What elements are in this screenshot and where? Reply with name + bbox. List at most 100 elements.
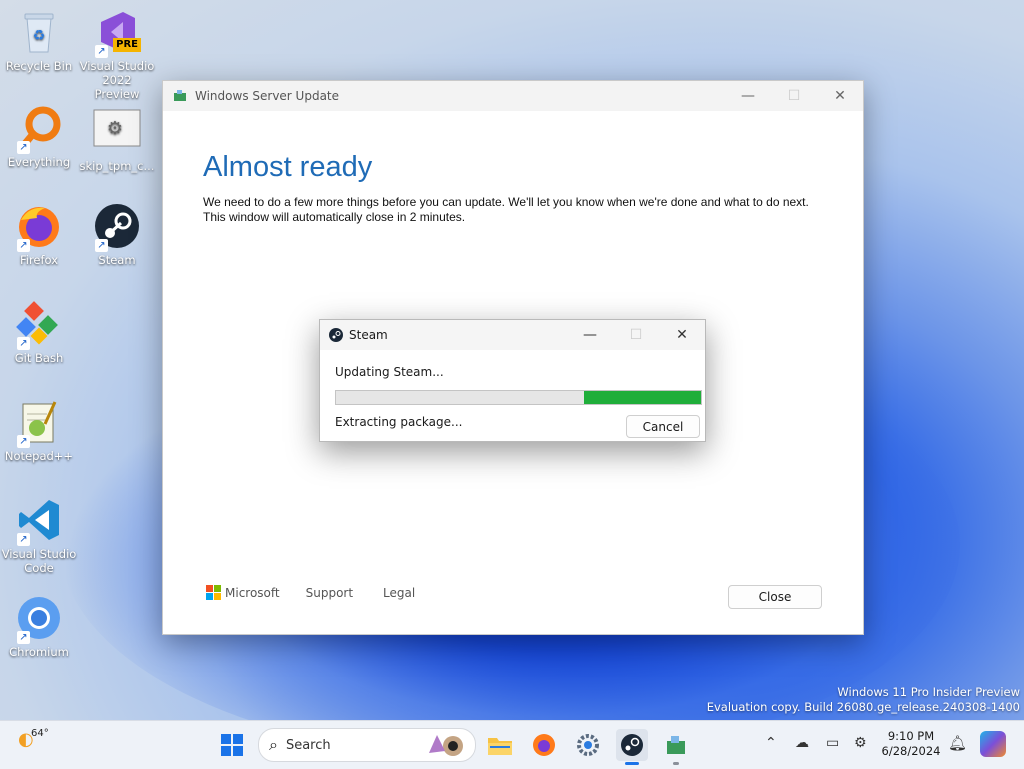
running-indicator xyxy=(673,762,679,765)
desktop-icon-git-bash[interactable]: ↗ Git Bash xyxy=(1,300,77,365)
steam-small-icon xyxy=(329,328,343,342)
copilot-icon[interactable] xyxy=(980,731,1006,757)
body-text: We need to do a few more things before y… xyxy=(203,195,809,225)
update-progress-bar xyxy=(335,390,702,405)
shortcut-arrow-icon: ↗ xyxy=(17,337,30,350)
close-window-button[interactable]: ✕ xyxy=(817,81,863,111)
network-icon[interactable]: ⚙ xyxy=(854,735,867,751)
weather-temperature: 64° xyxy=(31,728,49,739)
visual-studio-icon: PRE ↗ xyxy=(93,8,141,58)
setup-app-icon xyxy=(173,90,187,102)
desktop-icon-label: Git Bash xyxy=(14,351,64,365)
vscode-icon: ↗ xyxy=(15,496,63,546)
chromium-icon: ↗ xyxy=(15,594,63,644)
page-heading: Almost ready xyxy=(203,151,373,183)
steam-titlebar[interactable]: Steam — ☐ ✕ xyxy=(320,320,705,350)
recycle-bin-icon: ♻ xyxy=(15,8,63,56)
setup-app-icon xyxy=(667,736,685,754)
desktop-icon-label: Visual Studio 2022 Preview xyxy=(79,59,155,101)
clock-date: 6/28/2024 xyxy=(881,744,941,758)
desktop-icon-label: skip_tpm_c... xyxy=(79,159,155,173)
body-line-2: This window will automatically close in … xyxy=(203,210,466,224)
active-indicator xyxy=(625,762,639,765)
footer: Microsoft Support Legal xyxy=(206,585,415,600)
update-progress-fill xyxy=(584,391,701,404)
desktop-icon-steam[interactable]: ↗ Steam xyxy=(79,202,155,267)
taskbar-settings[interactable] xyxy=(572,729,604,761)
steam-dialog-title: Steam xyxy=(349,328,388,342)
desktop-icon-chromium[interactable]: ↗ Chromium xyxy=(1,594,77,659)
everything-search-icon: ↗ xyxy=(15,104,63,154)
steam-minimize-button[interactable]: — xyxy=(567,320,613,350)
script-file-icon: ⚙ xyxy=(93,108,141,156)
notification-bell-icon[interactable]: 🔔︎ xyxy=(948,734,967,752)
steam-maximize-button: ☐ xyxy=(629,327,643,343)
windows-logo-icon xyxy=(221,734,243,756)
chevron-up-icon[interactable]: ⌃ xyxy=(765,735,777,751)
steam-status-text: Updating Steam... xyxy=(335,365,444,379)
desktop-icon-label: Everything xyxy=(7,155,71,169)
desktop-icon-visual-studio-2022-preview[interactable]: PRE ↗ Visual Studio 2022 Preview xyxy=(79,8,155,101)
start-button[interactable] xyxy=(216,729,248,761)
pre-badge: PRE xyxy=(113,38,141,52)
search-icon: ⌕ xyxy=(269,735,278,754)
steam-icon xyxy=(621,734,643,756)
taskbar-windows-update[interactable] xyxy=(660,729,692,765)
cancel-button[interactable]: Cancel xyxy=(626,415,700,438)
shortcut-arrow-icon: ↗ xyxy=(95,239,108,252)
support-link[interactable]: Support xyxy=(306,586,353,600)
desktop-icon-vscode[interactable]: ↗ Visual Studio Code xyxy=(1,496,77,575)
legal-link[interactable]: Legal xyxy=(383,586,415,600)
git-bash-icon: ↗ xyxy=(15,300,63,350)
desktop-icon-everything[interactable]: ↗ Everything xyxy=(1,104,77,169)
clock-time: 9:10 PM xyxy=(887,729,935,743)
shortcut-arrow-icon: ↗ xyxy=(95,45,108,58)
maximize-button: ☐ xyxy=(787,88,801,104)
folder-icon xyxy=(488,738,512,755)
evaluation-watermark: Windows 11 Pro Insider Preview Evaluatio… xyxy=(707,685,1020,715)
body-line-1: We need to do a few more things before y… xyxy=(203,195,809,209)
steam-close-button[interactable]: ✕ xyxy=(659,320,705,350)
taskbar-search-box[interactable]: ⌕ Search xyxy=(258,728,476,762)
shortcut-arrow-icon: ↗ xyxy=(17,533,30,546)
desktop-icon-label: Visual Studio Code xyxy=(1,547,77,575)
desktop-icon-label: Firefox xyxy=(19,253,59,267)
gear-icon xyxy=(577,734,599,756)
svg-text:♻: ♻ xyxy=(33,28,46,44)
minimize-button[interactable]: — xyxy=(725,81,771,111)
setup-window-title: Windows Server Update xyxy=(195,89,340,103)
shortcut-arrow-icon: ↗ xyxy=(17,141,30,154)
steam-detail-text: Extracting package... xyxy=(335,415,463,429)
desktop-icon-skip-tpm[interactable]: ⚙ skip_tpm_c... xyxy=(79,108,155,173)
firefox-icon xyxy=(533,734,555,756)
desktop-icon-label: Recycle Bin xyxy=(5,59,73,73)
taskbar-file-explorer[interactable] xyxy=(484,729,516,761)
shortcut-arrow-icon: ↗ xyxy=(17,435,30,448)
desktop-icon-firefox[interactable]: ↗ Firefox xyxy=(1,202,77,267)
firefox-icon: ↗ xyxy=(15,202,63,252)
clock[interactable]: 9:10 PM 6/28/2024 xyxy=(878,729,944,759)
desktop-icon-label: Chromium xyxy=(9,645,69,659)
desktop-icon-recycle-bin[interactable]: ♻ Recycle Bin xyxy=(1,8,77,73)
desktop-icon-notepad-plus-plus[interactable]: ↗ Notepad++ xyxy=(1,398,77,463)
watermark-line-1: Windows 11 Pro Insider Preview xyxy=(837,685,1020,699)
setup-titlebar[interactable]: Windows Server Update — ☐ ✕ xyxy=(163,81,863,111)
steam-dialog: Steam — ☐ ✕ Updating Steam... Extracting… xyxy=(319,319,706,442)
taskbar-firefox[interactable] xyxy=(528,729,560,761)
taskbar-steam[interactable] xyxy=(616,729,648,765)
display-icon[interactable]: ▭ xyxy=(826,735,839,751)
search-highlight-icon xyxy=(425,731,469,759)
close-button[interactable]: Close xyxy=(728,585,822,609)
microsoft-brand: Microsoft xyxy=(225,585,280,600)
desktop-icon-label: Steam xyxy=(98,253,136,267)
steam-icon: ↗ xyxy=(93,202,141,252)
notepad-plus-plus-icon: ↗ xyxy=(15,398,63,448)
svg-text:⚙: ⚙ xyxy=(107,118,123,139)
shortcut-arrow-icon: ↗ xyxy=(17,631,30,644)
microsoft-logo-icon xyxy=(206,585,221,600)
shortcut-arrow-icon: ↗ xyxy=(17,239,30,252)
weather-widget[interactable]: ◐ 64° xyxy=(18,728,49,750)
watermark-line-2: Evaluation copy. Build 26080.ge_release.… xyxy=(706,700,1020,714)
search-placeholder: Search xyxy=(285,737,331,753)
cloud-offline-icon[interactable]: ☁ xyxy=(795,735,809,751)
